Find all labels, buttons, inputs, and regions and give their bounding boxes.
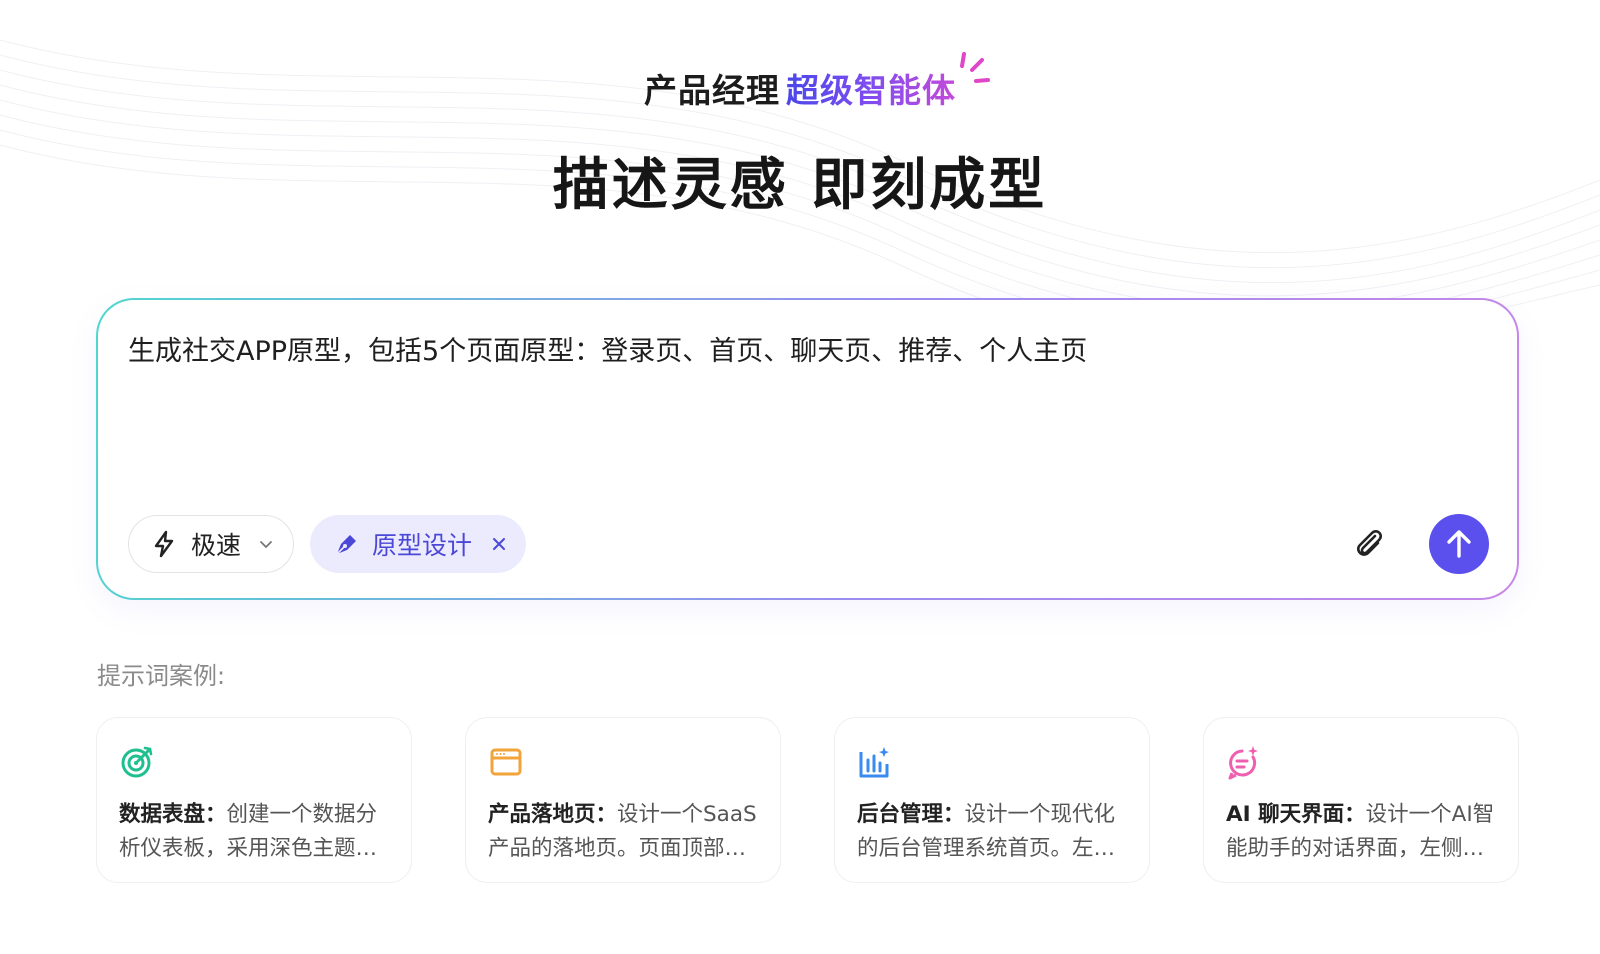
- hero-subtitle-gradient: 超级智能体: [786, 64, 956, 112]
- speed-mode-label: 极速: [191, 531, 242, 560]
- speed-mode-select[interactable]: 极速: [128, 515, 294, 573]
- example-card-text: 后台管理：设计一个现代化的后台管理系统首页。左…: [857, 798, 1127, 866]
- example-card-title: AI 聊天界面: [1226, 802, 1345, 827]
- bar-chart-icon: [859, 747, 889, 778]
- chat-bubble-icon: [1228, 746, 1258, 780]
- prototype-design-chip[interactable]: 原型设计: [310, 515, 526, 573]
- example-card-separator: ：: [595, 802, 618, 827]
- example-card-landing-page[interactable]: 产品落地页：设计一个SaaS产品的落地页。页面顶部…: [465, 717, 781, 883]
- prototype-design-label: 原型设计: [372, 531, 473, 560]
- example-card-text: 产品落地页：设计一个SaaS产品的落地页。页面顶部…: [488, 798, 758, 866]
- prompt-card: 生成社交APP原型，包括5个页面原型：登录页、首页、聊天页、推荐、个人主页 极速…: [96, 298, 1519, 600]
- example-card-admin[interactable]: 后台管理：设计一个现代化的后台管理系统首页。左…: [834, 717, 1150, 883]
- example-card-title: 后台管理: [857, 802, 944, 827]
- example-card-dashboard[interactable]: 数据表盘：创建一个数据分析仪表板，采用深色主题…: [96, 717, 412, 883]
- arrow-up-icon: [1447, 530, 1471, 558]
- page: 产品经理 超级智能体 描述灵感 即刻成型 生成社交APP原型，包括5个页面原型：…: [0, 0, 1600, 954]
- prompt-box: 生成社交APP原型，包括5个页面原型：登录页、首页、聊天页、推荐、个人主页 极速…: [98, 300, 1517, 598]
- example-card-separator: ：: [943, 802, 965, 827]
- target-icon: [121, 746, 153, 778]
- example-card-text: 数据表盘：创建一个数据分析仪表板，采用深色主题…: [119, 798, 389, 866]
- prompt-input[interactable]: 生成社交APP原型，包括5个页面原型：登录页、首页、聊天页、推荐、个人主页: [128, 332, 1487, 372]
- example-card-ai-chat[interactable]: AI 聊天界面：设计一个AI智能助手的对话界面，左侧…: [1203, 717, 1519, 883]
- sparkle-icon: [960, 52, 990, 83]
- lightning-icon: [154, 530, 174, 558]
- page-title: 描述灵感 即刻成型: [552, 153, 1048, 218]
- example-card-separator: ：: [205, 802, 227, 827]
- hero-subtitle-plain: 产品经理: [644, 71, 780, 110]
- example-cards: 数据表盘：创建一个数据分析仪表板，采用深色主题… 产品落地页：设计一个SaaS产…: [96, 717, 1519, 883]
- hero-subtitle: 产品经理 超级智能体: [644, 52, 990, 112]
- example-card-title: 数据表盘: [119, 802, 206, 827]
- send-button[interactable]: [1429, 514, 1489, 574]
- example-card-text: AI 聊天界面：设计一个AI智能助手的对话界面，左侧…: [1226, 798, 1496, 866]
- examples-label: 提示词案例:: [97, 662, 226, 690]
- remove-chip-close-icon[interactable]: [492, 537, 506, 551]
- browser-window-icon: [490, 748, 522, 776]
- pen-nib-icon: [336, 535, 356, 555]
- hero: 产品经理 超级智能体 描述灵感 即刻成型: [0, 52, 1600, 221]
- paperclip-icon[interactable]: [1349, 524, 1389, 564]
- example-card-separator: ：: [1344, 802, 1366, 827]
- example-card-title: 产品落地页: [488, 802, 596, 827]
- chevron-down-icon: [260, 541, 272, 549]
